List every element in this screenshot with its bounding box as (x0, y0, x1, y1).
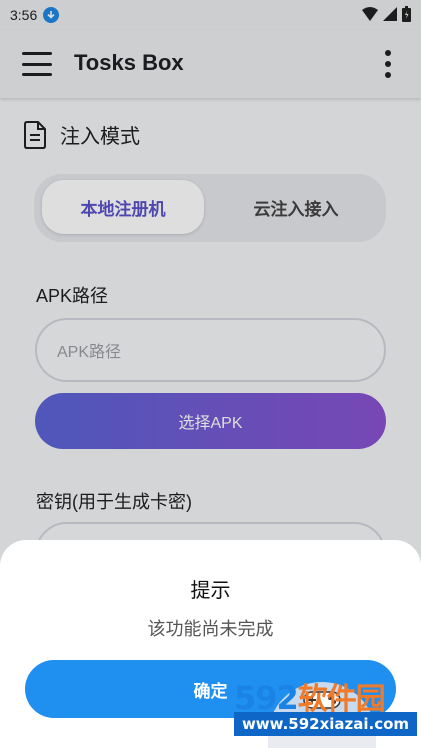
dialog-title: 提示 (190, 580, 231, 602)
watermark: 592软件园 www.592xiazai.com (232, 652, 421, 748)
watermark-url: www.592xiazai.com (234, 712, 417, 736)
dialog-message: 该功能尚未完成 (147, 619, 274, 639)
